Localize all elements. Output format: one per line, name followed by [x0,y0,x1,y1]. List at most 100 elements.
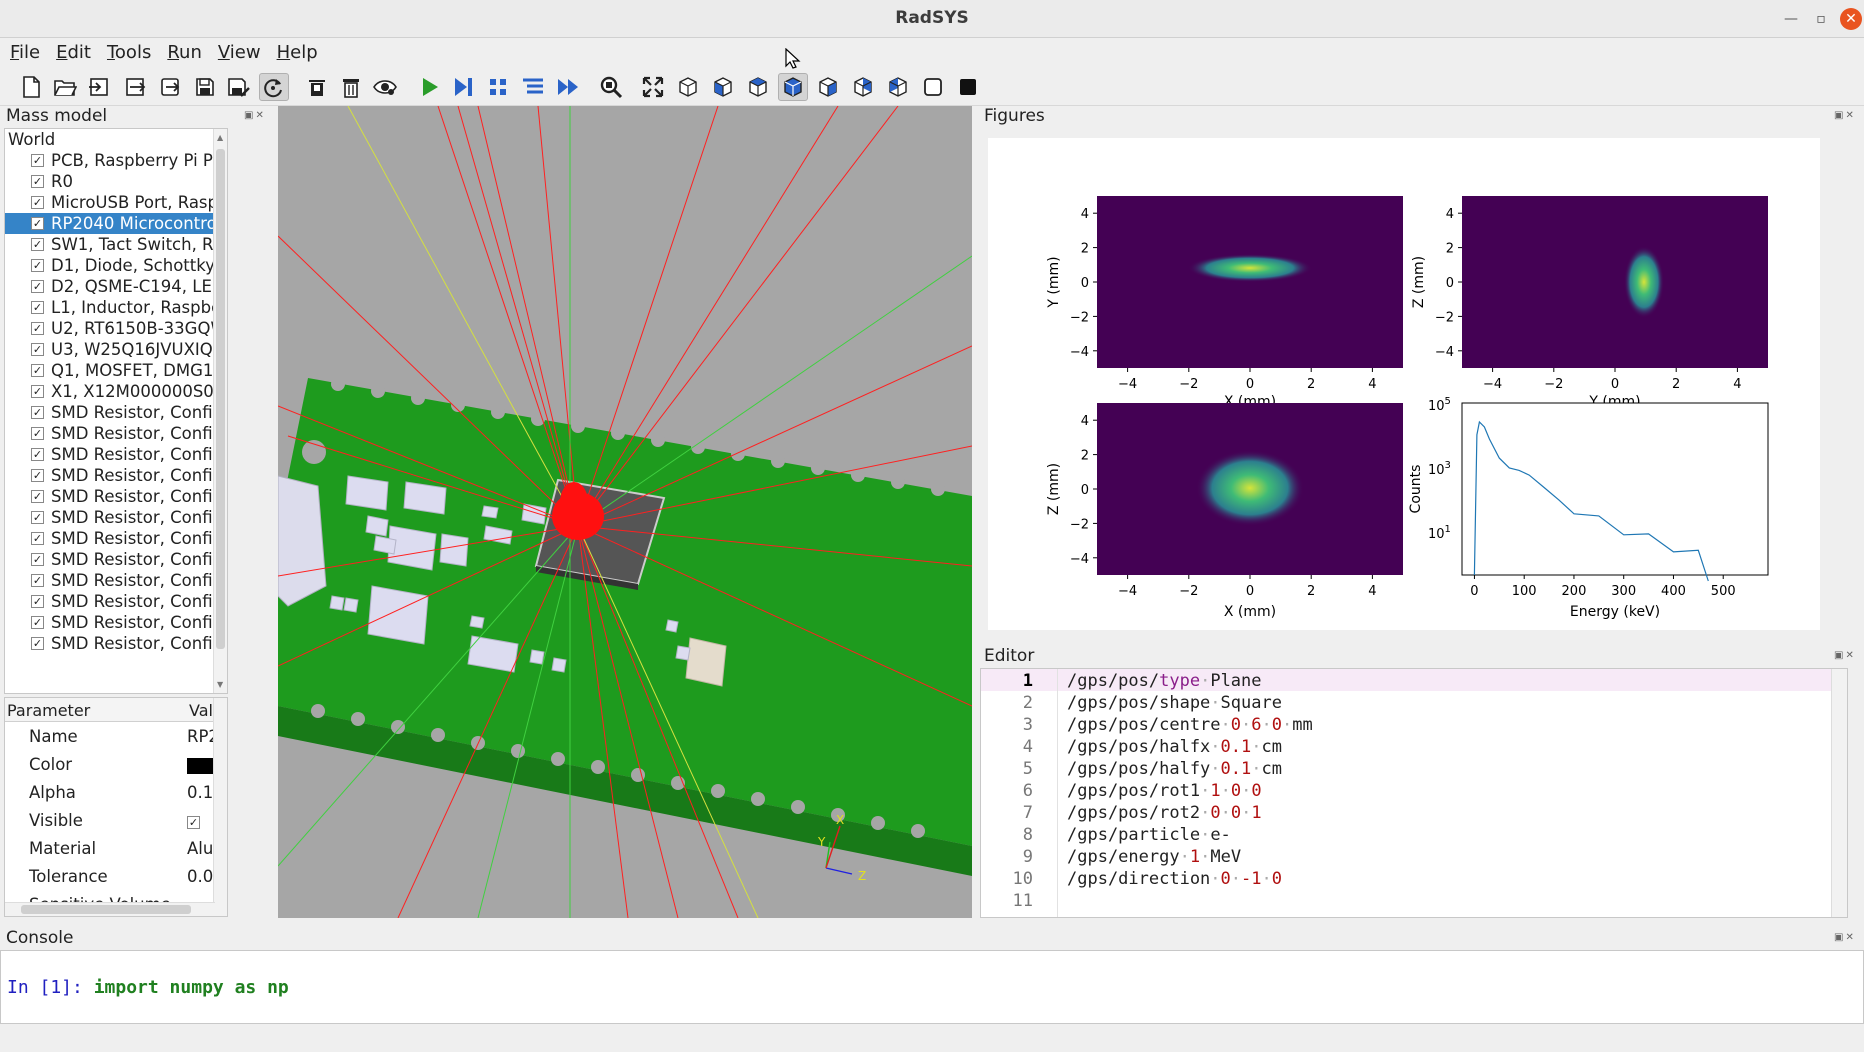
tree-item[interactable]: ✓ SW1, Tact Switch, Ras... [5,234,227,255]
editor-line[interactable]: 2/gps/pos/shape·Square [981,691,1833,713]
editor-line[interactable]: 11 [981,889,1833,911]
tree-item[interactable]: ✓ SMD Resistor, Configu... [5,402,227,423]
visibility-checkbox[interactable]: ✓ [31,553,44,566]
visibility-checkbox[interactable]: ✓ [31,490,44,503]
close-icon[interactable]: ✕ [1840,8,1862,30]
tree-item[interactable]: ✓ SMD Resistor, Configu... [5,423,227,444]
scroll-down-icon[interactable]: ▼ [217,680,223,689]
run-loop-icon[interactable] [483,73,513,101]
solid-icon[interactable] [953,73,983,101]
save-as-icon[interactable] [224,73,254,101]
params-hscroll-thumb[interactable] [21,905,191,914]
tree-item[interactable]: ✓ D1, Diode, Schottky, R... [5,255,227,276]
menu-view[interactable]: View [212,38,267,63]
visibility-checkbox[interactable]: ✓ [31,196,44,209]
visibility-checkbox[interactable]: ✓ [31,154,44,167]
editor-line[interactable]: 9/gps/energy·1·MeV [981,845,1833,867]
editor-scrollbar[interactable] [1831,669,1847,917]
menu-edit[interactable]: Edit [50,38,97,63]
open-folder-icon[interactable] [50,73,80,101]
visibility-checkbox[interactable]: ✓ [31,238,44,251]
tree-item[interactable]: ✓ PCB, Raspberry Pi Pic... [5,150,227,171]
visibility-checkbox[interactable]: ✓ [31,469,44,482]
view-icon[interactable] [370,73,400,101]
visibility-checkbox[interactable]: ✓ [31,427,44,440]
scroll-up-icon[interactable]: ▲ [217,133,223,142]
tree-item[interactable]: ✓ SMD Resistor, Configu... [5,633,227,654]
editor-line[interactable]: 4/gps/pos/halfx·0.1·cm [981,735,1833,757]
visibility-checkbox[interactable]: ✓ [31,385,44,398]
visibility-checkbox[interactable]: ✓ [31,217,44,230]
tree-item[interactable]: ✓ X1, X12M000000S096,... [5,381,227,402]
visibility-checkbox[interactable]: ✓ [31,595,44,608]
tree-scrollbar[interactable]: ▲ ▼ [213,129,227,693]
code-editor[interactable]: 1/gps/pos/type·Plane 2/gps/pos/shape·Squa… [980,668,1848,918]
menu-run[interactable]: Run [161,38,208,63]
view-right-icon[interactable] [813,73,843,101]
tree-item[interactable]: ✓ SMD Resistor, Configu... [5,465,227,486]
visibility-checkbox[interactable]: ✓ [31,343,44,356]
visibility-checkbox[interactable]: ✓ [31,637,44,650]
param-row[interactable]: Visible ✓ [5,806,227,834]
menu-file[interactable]: File [4,38,46,63]
param-col-header[interactable]: Parameter [7,701,90,720]
view-iso-icon[interactable] [778,73,808,101]
visibility-checkbox[interactable]: ✓ [31,532,44,545]
mass-model-dock-buttons[interactable]: ▣✕ [244,110,266,121]
editor-line[interactable]: 6/gps/pos/rot1·1·0·0 [981,779,1833,801]
view-top-icon[interactable] [743,73,773,101]
tree-root-world[interactable]: World [5,129,227,150]
view-left-icon[interactable] [848,73,878,101]
editor-line[interactable]: 5/gps/pos/halfy·0.1·cm [981,757,1833,779]
tree-item[interactable]: ✓ SMD Resistor, Configu... [5,612,227,633]
view-front-icon[interactable] [708,73,738,101]
param-row[interactable]: Tolerance 0.01 [5,862,227,890]
editor-dock-buttons[interactable]: ▣✕ [1834,650,1856,661]
figures-dock-buttons[interactable]: ▣✕ [1834,110,1856,121]
3d-viewport[interactable]: Z Y X [278,106,972,918]
tree-item[interactable]: ✓ SMD Resistor, Configu... [5,570,227,591]
params-hscrollbar[interactable] [5,902,215,916]
menu-help[interactable]: Help [271,38,324,63]
view-back-icon[interactable] [883,73,913,101]
console-dock-buttons[interactable]: ▣✕ [1834,932,1856,943]
visibility-checkbox[interactable]: ✓ [31,616,44,629]
editor-line[interactable]: 3/gps/pos/centre·0·6·0·mm [981,713,1833,735]
visibility-checkbox[interactable]: ✓ [31,301,44,314]
tree-item[interactable]: ✓ Q1, MOSFET, DMG101... [5,360,227,381]
export-alt-icon[interactable] [155,73,185,101]
clear-icon[interactable] [302,73,332,101]
tree-item[interactable]: ✓ SMD Resistor, Configu... [5,549,227,570]
param-row[interactable]: MaterialAluminu [5,834,227,862]
tree-item[interactable]: ✓ D2, QSME-C194, LED, ... [5,276,227,297]
delete-icon[interactable] [336,73,366,101]
run-icon[interactable] [415,73,445,101]
tree-item[interactable]: ✓ SMD Resistor, Configu... [5,444,227,465]
param-row[interactable]: Alpha 0.1 [5,778,227,806]
view-cube-icon[interactable] [673,73,703,101]
editor-line[interactable]: 1/gps/pos/type·Plane [981,669,1833,691]
tree-scroll-thumb[interactable] [216,149,225,649]
minimize-icon[interactable]: — [1780,8,1802,30]
editor-line[interactable]: 8/gps/particle·e- [981,823,1833,845]
visibility-checkbox[interactable]: ✓ [31,511,44,524]
param-row[interactable]: NameRP2040 [5,722,227,750]
visibility-checkbox[interactable]: ✓ [31,406,44,419]
visibility-checkbox[interactable]: ✓ [31,175,44,188]
visibility-checkbox[interactable]: ✓ [31,364,44,377]
tree-item[interactable]: ✓ SMD Resistor, Configu... [5,507,227,528]
fullscreen-icon[interactable] [638,73,668,101]
tree-item[interactable]: ✓ U3, W25Q16JVUXIQ, ... [5,339,227,360]
reload-icon[interactable] [259,73,289,101]
new-file-icon[interactable] [16,73,46,101]
console-area[interactable]: In [1]: import numpy as np [0,950,1864,1024]
param-row[interactable]: Color [5,750,227,778]
tree-item[interactable]: ✓ L1, Inductor, Raspberr... [5,297,227,318]
visibility-checkbox[interactable]: ✓ [31,448,44,461]
visibility-checkbox[interactable]: ✓ [31,259,44,272]
tree-item[interactable]: ✓ SMD Resistor, Configu... [5,486,227,507]
params-scrollbar[interactable] [213,698,227,916]
tree-item[interactable]: ✓ U2, RT6150B-33GQW, ... [5,318,227,339]
fast-forward-icon[interactable] [553,73,583,101]
tree-item[interactable]: ✓ SMD Resistor, Configu... [5,591,227,612]
